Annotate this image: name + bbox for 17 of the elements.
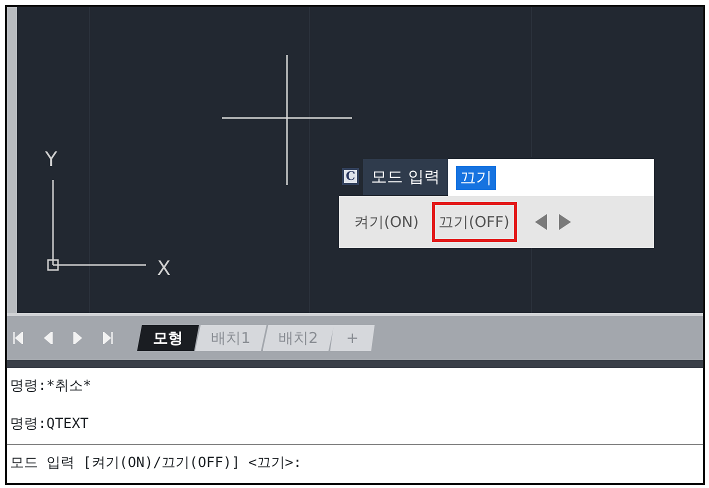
previous-icon[interactable] (43, 332, 53, 344)
prompt-label: 모드 입력 (363, 158, 448, 194)
command-badge-icon: C (342, 168, 359, 185)
input-field[interactable]: 끄기 (448, 159, 654, 196)
last-icon[interactable] (103, 332, 113, 344)
axis-label: X (157, 255, 171, 282)
first-icon[interactable] (13, 332, 23, 344)
next-icon[interactable] (73, 332, 83, 344)
option-item[interactable]: 끄기(OFF) (432, 202, 517, 242)
previous-arrow-icon[interactable] (534, 214, 547, 230)
command-prompt[interactable]: 모드 입력 [켜기(ON)/끄기(OFF)] <끄기>: (7, 444, 703, 483)
next-arrow-icon[interactable] (558, 214, 571, 230)
layout-tab[interactable]: 모형 (137, 324, 199, 352)
command-history-line: 명령:QTEXT (9, 414, 90, 434)
axis-label: Y (45, 146, 58, 173)
command-history-line: 명령:*취소* (9, 376, 92, 396)
option-item[interactable]: 켜기(ON) (347, 202, 426, 242)
